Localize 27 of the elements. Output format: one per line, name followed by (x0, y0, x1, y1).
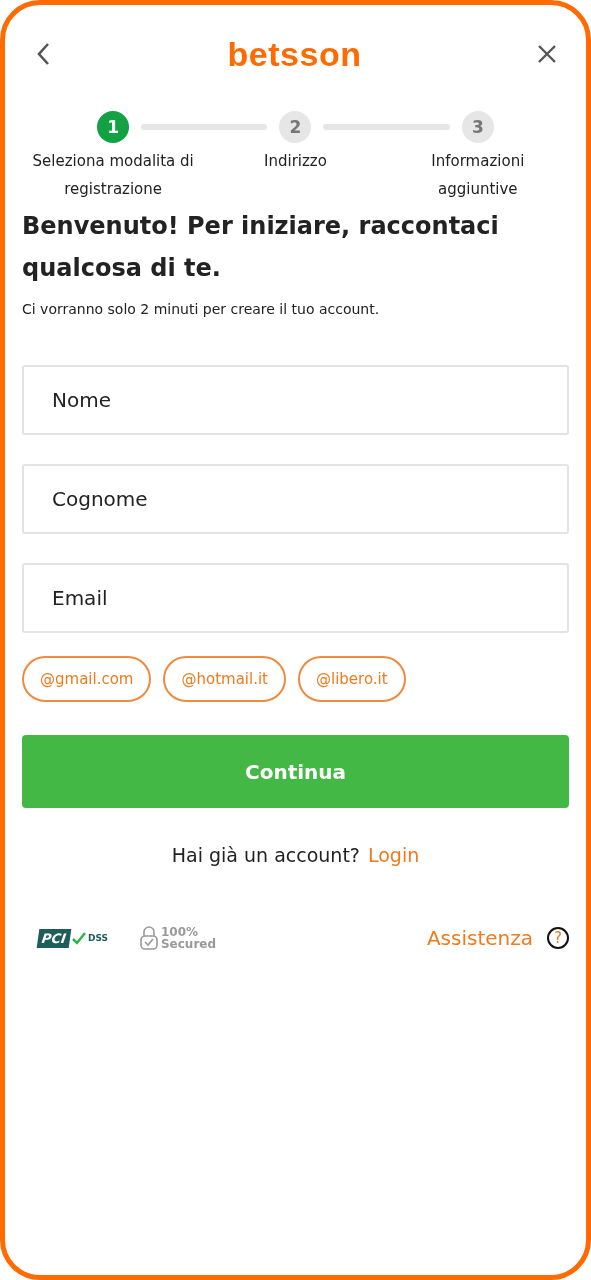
continue-button[interactable]: Continua (22, 735, 569, 808)
close-icon (537, 44, 557, 64)
pci-logo-mark: PCI (36, 928, 72, 948)
email-suggestion-chip[interactable]: @libero.it (298, 656, 406, 702)
input-field[interactable]: Email (22, 563, 569, 633)
input-field[interactable]: Cognome (22, 464, 569, 534)
check-icon (71, 931, 86, 945)
login-prompt: Hai già un account? (171, 844, 360, 866)
input-field[interactable]: Nome (22, 365, 569, 435)
step-number: 3 (461, 111, 494, 143)
brand-logo: betsson (227, 34, 362, 74)
step-label: Indirizzo (264, 151, 327, 172)
secured-badge-text: 100% (160, 926, 198, 938)
help-icon[interactable]: ? (547, 927, 569, 949)
step-number: 1 (97, 111, 130, 143)
secured-badge-text: Secured (160, 938, 217, 950)
step-label: Informazioni aggiuntive (430, 151, 526, 200)
lock-icon (139, 926, 158, 950)
login-link[interactable]: Login (367, 844, 420, 866)
step-number: 2 (279, 111, 312, 143)
step-label: Seleziona modalita di registrazione (31, 151, 195, 200)
page-title: Benvenuto! Per iniziare, raccontaci qualcosa di te. (22, 211, 500, 284)
email-suggestion-chip[interactable]: @gmail.com (22, 656, 152, 702)
help-link[interactable]: Assistenza (426, 926, 533, 950)
pci-logo-text: DSS (87, 933, 108, 943)
subtitle: Ci vorranno solo 2 minuti per creare il tuo account. (22, 301, 381, 317)
email-suggestion-chip[interactable]: @hotmail.it (163, 656, 286, 702)
